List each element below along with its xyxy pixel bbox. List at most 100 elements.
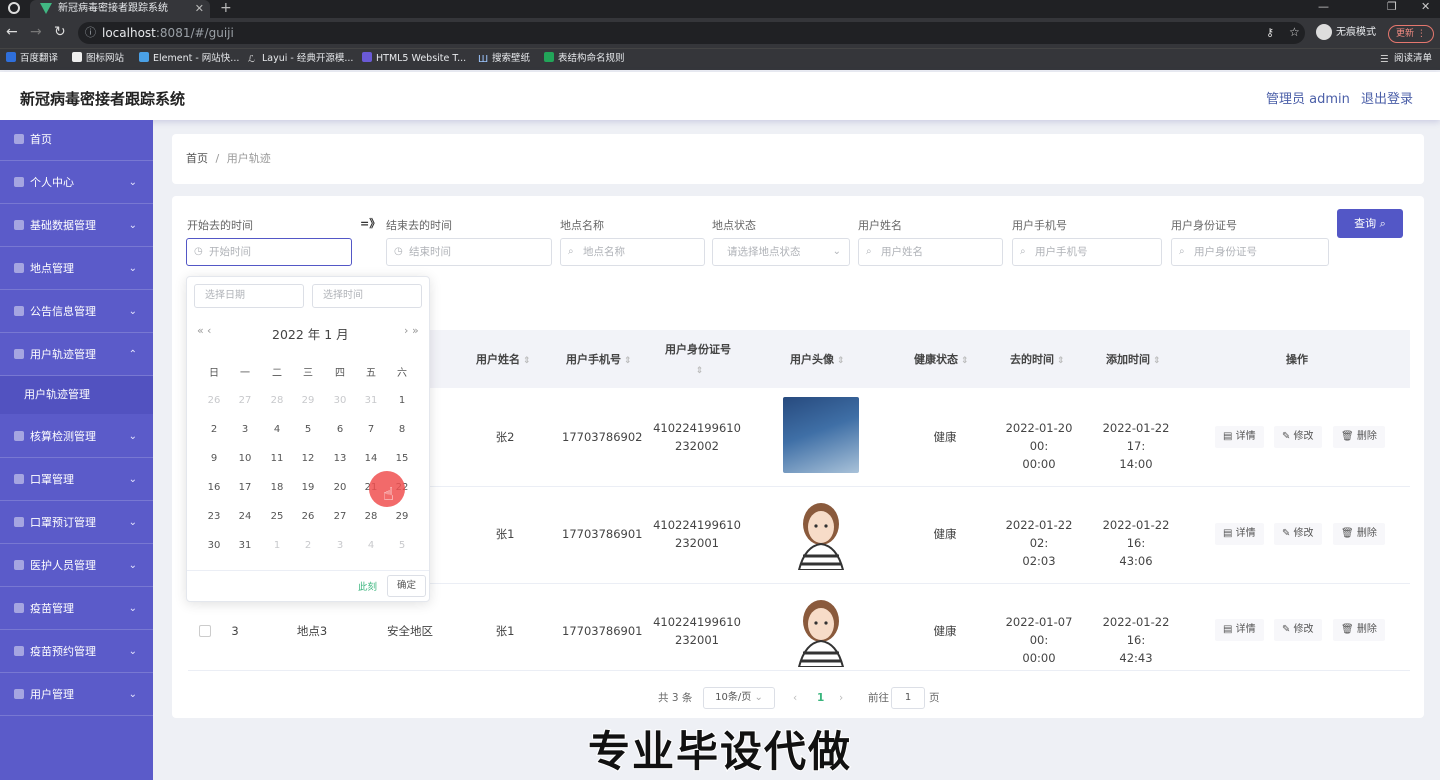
key-icon[interactable]: ⚷ [1266, 26, 1274, 39]
calendar-day[interactable]: 4 [262, 424, 292, 435]
start-time-input[interactable]: ◷ 开始时间 [186, 238, 352, 266]
sort-icon[interactable]: ⇕ [961, 356, 969, 366]
sort-icon[interactable]: ⇕ [696, 366, 704, 376]
calendar-day[interactable]: 20 [325, 482, 355, 493]
column-header-go-time[interactable]: 去的时间 ⇕ [1010, 351, 1065, 367]
next-page-icon[interactable]: › [839, 689, 843, 707]
calendar-day[interactable]: 27 [230, 395, 260, 406]
now-button[interactable]: 此刻 [358, 579, 377, 593]
sidebar-item-testing[interactable]: 核算检测管理 ⌄ [0, 415, 153, 458]
user-phone-input[interactable]: ⌕ 用户手机号 [1012, 238, 1162, 266]
sidebar-item-vaccines[interactable]: 疫苗管理 ⌄ [0, 587, 153, 630]
bookmark-item[interactable]: ℒ Layui - 经典开源模... [248, 50, 353, 68]
calendar-day[interactable]: 15 [387, 453, 417, 464]
calendar-day[interactable]: 31 [356, 395, 386, 406]
bookmark-item[interactable]: 图标网站 [72, 50, 124, 68]
calendar-day[interactable]: 10 [230, 453, 260, 464]
bookmark-item[interactable]: Ш 搜索壁纸 [478, 50, 530, 68]
sidebar-item-users[interactable]: 用户管理 ⌄ [0, 673, 153, 716]
user-idcard-input[interactable]: ⌕ 用户身份证号 [1171, 238, 1329, 266]
column-header-user-name[interactable]: 用户姓名 ⇕ [476, 351, 531, 367]
calendar-day[interactable]: 14 [356, 453, 386, 464]
forward-icon[interactable]: → [30, 24, 42, 40]
browser-tab[interactable]: 新冠病毒密接者跟踪系统 ✕ [30, 0, 210, 18]
confirm-button[interactable]: 确定 [387, 575, 426, 597]
sidebar-item-places[interactable]: 地点管理 ⌄ [0, 247, 153, 290]
calendar-day[interactable]: 3 [230, 424, 260, 435]
prev-page-icon[interactable]: ‹ [793, 689, 797, 707]
calendar-day[interactable]: 6 [325, 424, 355, 435]
calendar-day[interactable]: 3 [325, 540, 355, 551]
calendar-day[interactable]: 4 [356, 540, 386, 551]
sidebar-item-user-tracks[interactable]: 用户轨迹管理 ⌃ [0, 333, 153, 376]
calendar-day[interactable]: 13 [325, 453, 355, 464]
sidebar-item-masks[interactable]: 口罩管理 ⌄ [0, 458, 153, 501]
query-button[interactable]: 查询 ⌕ [1337, 209, 1403, 238]
prev-month-icon[interactable]: ‹ [207, 324, 211, 337]
bookmark-item[interactable]: HTML5 Website T... [362, 50, 466, 68]
column-header-user-phone[interactable]: 用户手机号 ⇕ [566, 351, 632, 367]
breadcrumb-home[interactable]: 首页 [186, 152, 208, 165]
delete-button[interactable]: 🗑 删除 [1333, 523, 1385, 545]
sidebar-item-vaccine-booking[interactable]: 疫苗预约管理 ⌄ [0, 630, 153, 673]
calendar-day[interactable]: 2 [199, 424, 229, 435]
calendar-day[interactable]: 30 [199, 540, 229, 551]
minimize-icon[interactable]: — [1318, 0, 1329, 14]
calendar-day[interactable]: 18 [262, 482, 292, 493]
sort-icon[interactable]: ⇕ [624, 356, 632, 366]
next-year-icon[interactable]: » [412, 324, 419, 337]
sort-icon[interactable]: ⇕ [1153, 356, 1161, 366]
close-tab-icon[interactable]: ✕ [195, 0, 204, 18]
user-name-input[interactable]: ⌕ 用户姓名 [858, 238, 1003, 266]
calendar-day[interactable]: 2 [293, 540, 323, 551]
reload-icon[interactable]: ↻ [54, 24, 66, 40]
bookmark-item[interactable]: 百度翻译 [6, 50, 58, 68]
place-name-input[interactable]: ⌕ 地点名称 [560, 238, 705, 266]
sidebar-item-basic-data[interactable]: 基础数据管理 ⌄ [0, 204, 153, 247]
calendar-day[interactable]: 16 [199, 482, 229, 493]
detail-button[interactable]: ▤ 详情 [1215, 619, 1264, 641]
calendar-day[interactable]: 29 [387, 511, 417, 522]
detail-button[interactable]: ▤ 详情 [1215, 523, 1264, 545]
calendar-day[interactable]: 1 [387, 395, 417, 406]
prev-year-icon[interactable]: « [197, 324, 204, 337]
detail-button[interactable]: ▤ 详情 [1215, 426, 1264, 448]
calendar-day[interactable]: 24 [230, 511, 260, 522]
sort-icon[interactable]: ⇕ [523, 356, 531, 366]
calendar-day[interactable]: 12 [293, 453, 323, 464]
sidebar-item-profile[interactable]: 个人中心 ⌄ [0, 161, 153, 204]
sidebar-item-medical-staff[interactable]: 医护人员管理 ⌄ [0, 544, 153, 587]
calendar-day[interactable]: 28 [262, 395, 292, 406]
sort-icon[interactable]: ⇕ [1057, 356, 1065, 366]
calendar-day[interactable]: 1 [262, 540, 292, 551]
admin-user-link[interactable]: 管理员 admin [1266, 88, 1350, 107]
calendar-day[interactable]: 29 [293, 395, 323, 406]
calendar-day[interactable]: 5 [387, 540, 417, 551]
browser-menu-icon[interactable] [8, 2, 20, 14]
place-status-select[interactable]: 请选择地点状态 ⌄ [712, 238, 850, 266]
page-size-select[interactable]: 10条/页 ⌄ [703, 687, 775, 709]
bookmark-item[interactable]: 表结构命名规则 [544, 50, 625, 68]
calendar-day[interactable]: 27 [325, 511, 355, 522]
edit-button[interactable]: ✎ 修改 [1274, 619, 1322, 641]
next-month-icon[interactable]: › [404, 324, 408, 337]
column-header-add-time[interactable]: 添加时间 ⇕ [1106, 351, 1161, 367]
sidebar-subitem-user-tracks[interactable]: 用户轨迹管理 [0, 376, 153, 414]
goto-page-input[interactable]: 1 [891, 687, 925, 709]
update-button[interactable]: 更新 ⋮ [1388, 25, 1434, 43]
back-icon[interactable]: ← [6, 24, 18, 40]
calendar-day[interactable]: 26 [199, 395, 229, 406]
calendar-day[interactable]: 19 [293, 482, 323, 493]
column-header-avatar[interactable]: 用户头像 ⇕ [790, 351, 845, 367]
date-input[interactable]: 选择日期 [194, 284, 304, 308]
calendar-day[interactable]: 23 [199, 511, 229, 522]
calendar-day[interactable]: 11 [262, 453, 292, 464]
calendar-day[interactable]: 7 [356, 424, 386, 435]
row-checkbox[interactable] [199, 625, 211, 637]
calendar-day[interactable]: 9 [199, 453, 229, 464]
calendar-day[interactable]: 17 [230, 482, 260, 493]
calendar-day[interactable]: 5 [293, 424, 323, 435]
reading-list[interactable]: ☰ 阅读清单 [1380, 50, 1432, 68]
delete-button[interactable]: 🗑 删除 [1333, 619, 1385, 641]
close-window-icon[interactable]: ✕ [1421, 0, 1430, 14]
